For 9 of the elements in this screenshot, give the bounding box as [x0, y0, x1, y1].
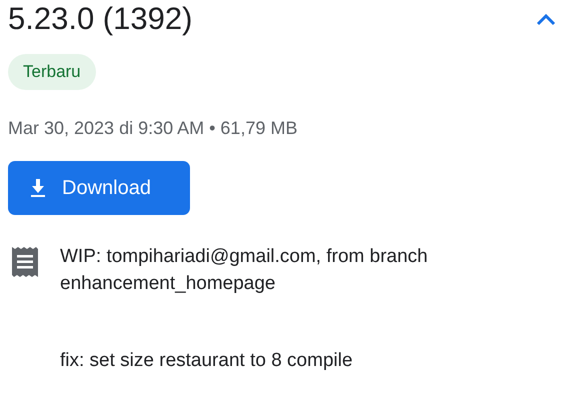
receipt-icon: [12, 247, 38, 277]
commit-note: WIP: tompihariadi@gmail.com, from branch enhancement_homepage: [60, 245, 429, 296]
release-meta: Mar 30, 2023 di 9:30 AM • 61,79 MB: [8, 118, 298, 139]
version-title: 5.23.0 (1392): [8, 1, 192, 37]
download-button[interactable]: Download: [8, 161, 190, 215]
collapse-chevron-icon[interactable]: [535, 12, 557, 26]
commit-note: fix: set size restaurant to 8 compile: [60, 349, 354, 373]
download-icon: [30, 179, 46, 197]
latest-badge: Terbaru: [8, 54, 96, 90]
